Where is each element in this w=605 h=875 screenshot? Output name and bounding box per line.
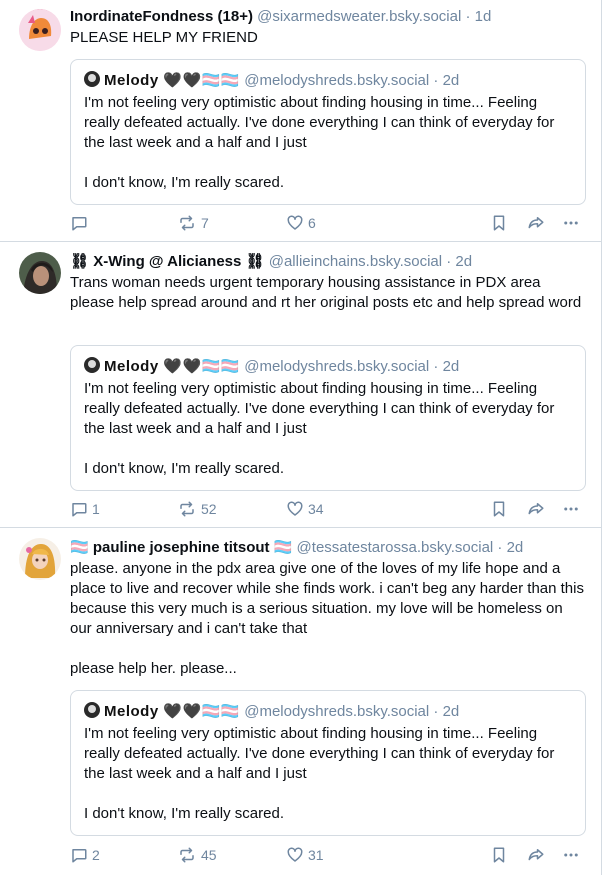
- avatar[interactable]: [19, 538, 61, 580]
- bookmark-icon: [493, 215, 505, 231]
- repost-icon: [180, 215, 194, 231]
- post-time[interactable]: · 2d: [497, 539, 523, 556]
- repost-count: 52: [201, 501, 217, 517]
- repost-button[interactable]: 7: [177, 212, 209, 234]
- reply-icon: [72, 503, 87, 517]
- quote-author-handle: @melodyshreds.bsky.social: [244, 72, 430, 89]
- post-header: InordinateFondness (18+) @sixarmedsweate…: [70, 7, 586, 27]
- quote-header: Melody 🖤🖤🏳️‍⚧️🏳️‍⚧️ @melodyshreds.bsky.s…: [84, 71, 459, 91]
- quote-avatar: [84, 71, 100, 87]
- quote-author-name: Melody 🖤🖤🏳️‍⚧️🏳️‍⚧️: [104, 703, 241, 720]
- repost-count: 45: [201, 847, 217, 863]
- bookmark-button[interactable]: [491, 844, 507, 866]
- like-button[interactable]: 6: [286, 212, 316, 234]
- post-text: Trans woman needs urgent temporary housi…: [70, 274, 582, 311]
- share-button[interactable]: [526, 498, 546, 520]
- share-button[interactable]: [526, 212, 546, 234]
- share-button[interactable]: [526, 844, 546, 866]
- quote-time: · 2d: [433, 703, 460, 720]
- post-time[interactable]: · 2d: [446, 253, 472, 270]
- bookmark-button[interactable]: [491, 212, 507, 234]
- author-handle[interactable]: @tessatestarossa.bsky.social: [297, 539, 494, 556]
- post-text: PLEASE HELP MY FRIEND: [70, 29, 258, 46]
- bookmark-icon: [493, 501, 505, 517]
- heart-icon: [287, 501, 303, 516]
- quote-author-name: Melody 🖤🖤🏳️‍⚧️🏳️‍⚧️: [104, 72, 241, 89]
- quote-text: I'm not feeling very optimistic about fi…: [84, 380, 555, 477]
- quote-author-handle: @melodyshreds.bsky.social: [244, 703, 430, 720]
- reply-icon: [72, 849, 87, 863]
- avatar-image: [19, 9, 61, 51]
- like-count: 34: [308, 501, 324, 517]
- share-icon: [528, 217, 544, 229]
- reply-icon: [72, 217, 87, 231]
- repost-icon: [180, 501, 194, 517]
- quote-avatar: [84, 357, 100, 373]
- quote-author-name: Melody 🖤🖤🏳️‍⚧️🏳️‍⚧️: [104, 358, 241, 375]
- avatar[interactable]: [19, 9, 61, 51]
- quote-text: I'm not feeling very optimistic about fi…: [84, 725, 555, 822]
- author-name[interactable]: 🏳️‍⚧️ pauline josephine titsout 🏳️‍⚧️: [70, 539, 292, 556]
- post[interactable]: InordinateFondness (18+) @sixarmedsweate…: [0, 0, 602, 242]
- quoted-post[interactable]: Melody 🖤🖤🏳️‍⚧️🏳️‍⚧️ @melodyshreds.bsky.s…: [70, 690, 586, 836]
- reply-count: 1: [92, 501, 100, 517]
- post[interactable]: 🏳️‍⚧️ pauline josephine titsout 🏳️‍⚧️ @t…: [0, 529, 602, 875]
- repost-count: 7: [201, 215, 209, 231]
- post[interactable]: ⛓ X-Wing @ Alicianess ⛓ @allieinchains.b…: [0, 243, 602, 528]
- heart-icon: [287, 847, 303, 862]
- avatar-image: [19, 252, 61, 294]
- repost-button[interactable]: 45: [177, 844, 217, 866]
- author-handle[interactable]: @sixarmedsweater.bsky.social: [257, 8, 461, 25]
- heart-icon: [287, 215, 303, 230]
- like-button[interactable]: 31: [286, 844, 324, 866]
- like-count: 31: [308, 847, 324, 863]
- bookmark-icon: [493, 847, 505, 863]
- repost-icon: [180, 847, 194, 863]
- reply-button[interactable]: [70, 212, 92, 234]
- share-icon: [528, 849, 544, 861]
- more-button[interactable]: [562, 498, 580, 520]
- quote-text: I'm not feeling very optimistic about fi…: [84, 94, 555, 191]
- quote-avatar: [84, 702, 100, 718]
- avatar-image: [19, 538, 61, 580]
- quote-time: · 2d: [433, 72, 460, 89]
- post-header: ⛓ X-Wing @ Alicianess ⛓ @allieinchains.b…: [70, 252, 586, 272]
- quote-header: Melody 🖤🖤🏳️‍⚧️🏳️‍⚧️ @melodyshreds.bsky.s…: [84, 357, 459, 377]
- feed: InordinateFondness (18+) @sixarmedsweate…: [0, 0, 602, 875]
- repost-button[interactable]: 52: [177, 498, 217, 520]
- like-count: 6: [308, 215, 316, 231]
- more-icon: [564, 853, 578, 857]
- post-header: 🏳️‍⚧️ pauline josephine titsout 🏳️‍⚧️ @t…: [70, 538, 586, 558]
- quoted-post[interactable]: Melody 🖤🖤🏳️‍⚧️🏳️‍⚧️ @melodyshreds.bsky.s…: [70, 345, 586, 491]
- more-icon: [564, 507, 578, 511]
- post-text: please. anyone in the pdx area give one …: [70, 560, 584, 677]
- author-handle[interactable]: @allieinchains.bsky.social: [269, 253, 442, 270]
- quote-header: Melody 🖤🖤🏳️‍⚧️🏳️‍⚧️ @melodyshreds.bsky.s…: [84, 702, 459, 722]
- reply-button[interactable]: 1: [70, 498, 100, 520]
- author-name[interactable]: InordinateFondness (18+): [70, 8, 253, 25]
- author-name[interactable]: ⛓ X-Wing @ Alicianess ⛓: [70, 253, 265, 270]
- like-button[interactable]: 34: [286, 498, 324, 520]
- quote-time: · 2d: [433, 358, 460, 375]
- post-actions: 1 52 34: [70, 498, 586, 520]
- reply-button[interactable]: 2: [70, 844, 100, 866]
- quoted-post[interactable]: Melody 🖤🖤🏳️‍⚧️🏳️‍⚧️ @melodyshreds.bsky.s…: [70, 59, 586, 205]
- share-icon: [528, 503, 544, 515]
- avatar[interactable]: [19, 252, 61, 294]
- bookmark-button[interactable]: [491, 498, 507, 520]
- more-button[interactable]: [562, 212, 580, 234]
- more-icon: [564, 221, 578, 225]
- reply-count: 2: [92, 847, 100, 863]
- quote-author-handle: @melodyshreds.bsky.social: [244, 358, 430, 375]
- post-actions: 2 45 31: [70, 844, 586, 866]
- more-button[interactable]: [562, 844, 580, 866]
- post-actions: 7 6: [70, 212, 586, 234]
- post-time[interactable]: · 1d: [465, 8, 491, 25]
